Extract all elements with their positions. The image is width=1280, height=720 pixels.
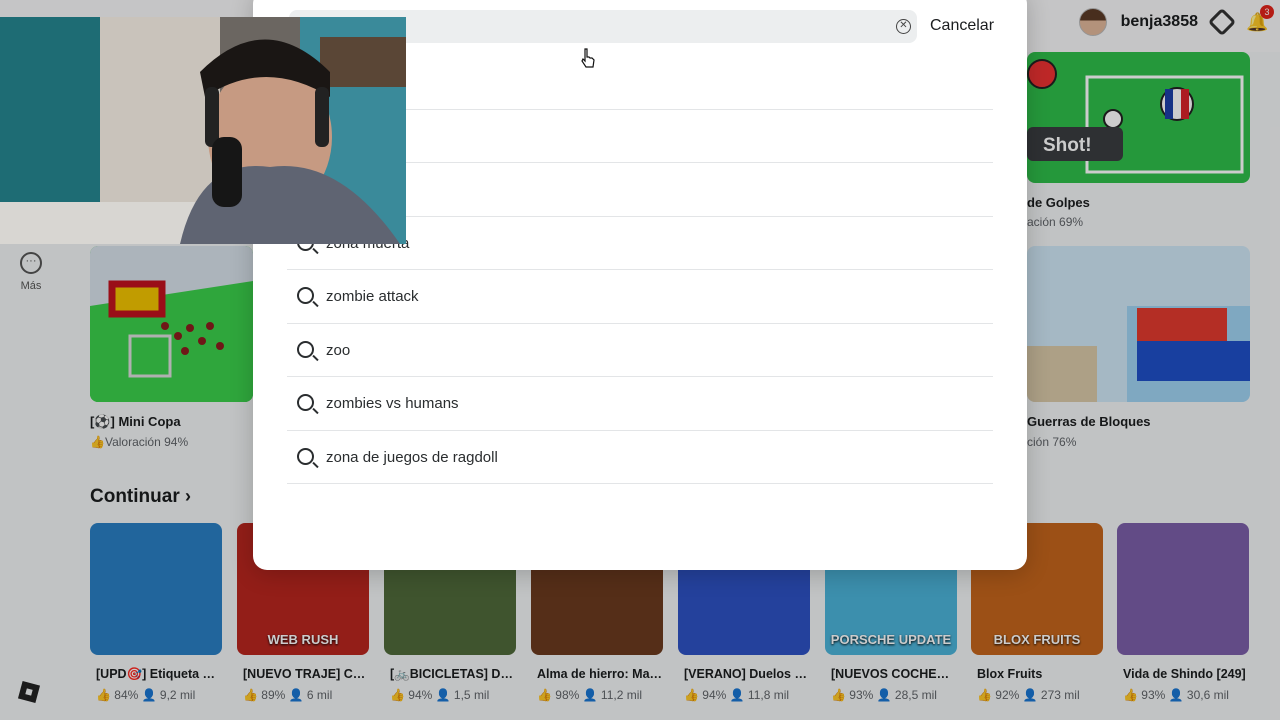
search-icon (297, 287, 314, 304)
search-icon (297, 394, 314, 411)
clear-icon[interactable]: ✕ (896, 19, 911, 34)
cancel-button[interactable]: Cancelar (930, 17, 994, 35)
search-suggestion-item[interactable]: zombies vs humans (287, 377, 993, 431)
search-suggestion-item[interactable]: zombie attack (287, 270, 993, 324)
suggestion-text: zoo (326, 341, 351, 359)
search-suggestion-item[interactable]: zona de juegos de ragdoll (287, 431, 993, 484)
webcam-overlay (0, 17, 406, 244)
webcam-feed-image (0, 17, 406, 244)
suggestion-text: zombie attack (326, 288, 419, 305)
mouse-pointer-icon (581, 48, 595, 68)
suggestion-text: zona de juegos de ragdoll (326, 448, 498, 466)
search-icon (297, 340, 314, 358)
suggestion-text: zombies vs humans (326, 395, 459, 412)
search-icon (297, 447, 314, 465)
search-suggestion-item[interactable]: zoo (287, 324, 993, 377)
